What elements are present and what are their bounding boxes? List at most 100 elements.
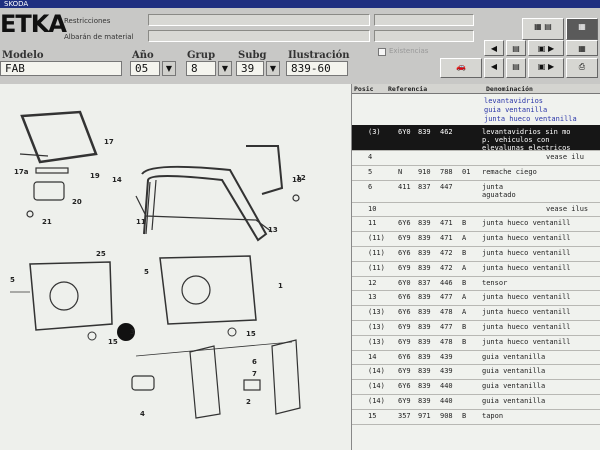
grup-field[interactable]: 8 [186,61,216,76]
row-denominacion: p. vehiculos con [482,136,550,144]
table-row[interactable]: 6 411 837 447 junta aguatado [352,180,600,202]
illustration-button[interactable]: ▣ ▶ [528,40,564,56]
row-ref-part2: 839 [418,219,431,228]
status-field-1 [374,14,474,26]
guide-17a [19,153,49,157]
grid-icon: ▦ [578,44,586,53]
callout-5-left[interactable]: 5 [10,276,15,284]
row-ref-part3: 477 [440,293,453,302]
parts-catalog-button[interactable]: ▦ ▤ [522,18,564,40]
callout-1[interactable]: 1 [278,282,283,290]
grup-dropdown-button[interactable]: ▼ [218,61,232,76]
callout-17[interactable]: 17 [104,138,114,146]
callout-12[interactable]: 12 [296,174,306,182]
column-denominacion[interactable]: Denominación [486,85,533,93]
list-button[interactable]: ▤ [506,40,526,56]
prev-page-button[interactable]: ◀ [484,40,504,56]
callout-4[interactable]: 4 [140,410,145,418]
parts-list-header: Posic Referencia Denominación [352,84,600,94]
row-denominacion: guia ventanilla [482,382,546,391]
column-referencia[interactable]: Referencia [388,85,427,93]
row-posic: (13) [368,308,385,317]
table-row-selected[interactable]: (3) 6Y0 839 462 levantavidrios sin mo p. vehi… [352,125,600,152]
modelo-label: Modelo [2,50,44,61]
clip-12 [292,194,300,202]
parts-list-panel[interactable]: Posic Referencia Denominación levantavid… [352,84,600,450]
table-row[interactable]: (14) 6Y9 839 440 guia ventanilla [352,394,600,409]
table-row[interactable]: (13) 6Y9 839 478 Bjunta hueco ventanill [352,335,600,350]
table-row[interactable]: (11) 6Y6 839 472 Bjunta hueco ventanill [352,246,600,261]
prev-icon: ◀ [490,44,498,53]
table-row[interactable]: (14) 6Y6 839 440 guia ventanilla [352,379,600,394]
motor-4 [131,375,155,391]
table-row[interactable]: 13 6Y6 839 477 Ajunta hueco ventanill [352,290,600,305]
row-posic: 12 [368,278,377,287]
table-row[interactable]: 12 6Y0 837 446 Btensor [352,276,600,291]
grid-button-2[interactable]: ▦ [566,40,598,56]
printer-button[interactable]: ⎙ [566,58,598,78]
row-ref-part2: 839 [418,382,431,391]
vehicle-button[interactable]: 🚗 [440,58,482,78]
table-row[interactable]: 11 6Y6 839 471 Bjunta hueco ventanill [352,216,600,231]
row-denominacion: tensor [482,278,508,287]
row-posic: (14) [368,397,385,405]
grid-button[interactable]: ▦ [566,18,598,40]
column-posic[interactable]: Posic [354,85,374,93]
subg-field[interactable]: 39 [236,61,264,76]
callout-15-left[interactable]: 15 [108,338,118,346]
callout-3[interactable]: 3 [130,328,135,336]
table-row[interactable]: 10 vease ilus [352,202,600,217]
subg-dropdown-button[interactable]: ▼ [266,61,280,76]
callout-25[interactable]: 25 [96,250,106,258]
table-row[interactable]: (14) 6Y9 839 439 guia ventanilla [352,364,600,379]
ilustracion-field[interactable]: 839-60 [286,61,348,76]
list-button-2[interactable]: ▤ [506,58,526,78]
ano-field[interactable]: 05 [130,61,160,76]
row-ref-part2: 839 [418,234,431,243]
trim-13 [135,195,273,233]
row-ref-suffix: B [462,278,467,287]
row-denominacion: vease ilus [546,204,589,213]
modelo-field[interactable]: FAB [0,61,122,76]
callout-7[interactable]: 7 [252,370,257,378]
table-row[interactable]: (13) 6Y9 839 477 Bjunta hueco ventanill [352,320,600,335]
speaker-ring-right [181,275,211,305]
next-button[interactable]: ▣ ▶ [528,58,564,78]
back-button[interactable]: ◀ [484,58,504,78]
callout-20[interactable]: 20 [72,198,82,206]
callout-5-right[interactable]: 5 [144,268,149,276]
table-row[interactable]: (11) 6Y9 839 472 Ajunta hueco ventanill [352,261,600,276]
row-denominacion: guia ventanilla [482,397,546,405]
callout-2[interactable]: 2 [246,398,251,406]
table-row[interactable]: (11) 6Y9 839 471 Ajunta hueco ventanill [352,231,600,246]
grup-label: Grup [187,50,216,61]
table-row[interactable]: 4 vease ilu [352,150,600,165]
table-row[interactable]: 15 357 971 908 Btapon [352,409,600,424]
illustration-panel[interactable]: 17 18 17a 19 20 21 14 11 12 13 25 5 5 3 … [0,84,352,450]
window-title: SKODA [4,0,29,8]
callout-15-right[interactable]: 15 [246,330,256,338]
callout-17a[interactable]: 17a [14,168,28,176]
ano-dropdown-button[interactable]: ▼ [162,61,176,76]
callout-21[interactable]: 21 [42,218,52,226]
callout-14[interactable]: 14 [112,176,122,184]
row-ref-part2: 837 [418,278,431,287]
printer-icon: ⎙ [578,62,586,71]
row-ref-suffix: B [462,323,467,331]
row-posic: (3) [368,128,381,136]
callout-6[interactable]: 6 [252,358,257,366]
existencias-checkbox[interactable] [378,48,386,56]
etka-window: SKODA ETKA Restricciones Albarán de mate… [0,0,600,450]
callout-19[interactable]: 19 [90,172,100,180]
row-ref-part3: 478 [440,308,453,317]
callout-13[interactable]: 13 [268,226,278,234]
row-ref-part2: 910 [418,167,431,176]
callout-11[interactable]: 11 [136,218,146,226]
table-row[interactable]: 5 N 910 788 01 remache ciego [352,165,600,180]
row-ref-part2: 839 [418,128,431,136]
table-row[interactable]: 14 6Y6 839 439 guia ventanilla [352,350,600,365]
parts-catalog-icon: ▦ ▤ [534,22,552,31]
restricciones-field[interactable] [148,14,370,26]
table-row[interactable]: (13) 6Y6 839 478 Ajunta hueco ventanill [352,305,600,320]
albaran-field[interactable] [148,30,370,42]
